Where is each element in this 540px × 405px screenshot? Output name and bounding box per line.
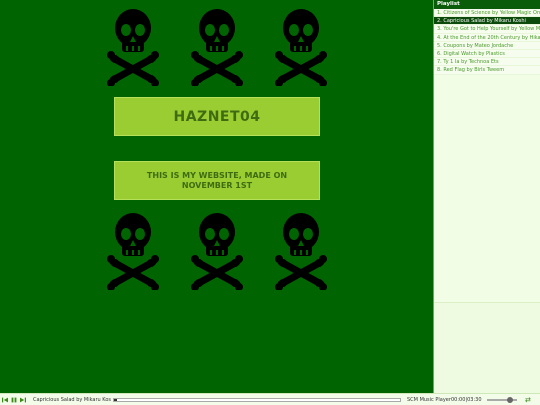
progress-bar[interactable] xyxy=(113,397,401,402)
skull-crossbones-icon xyxy=(275,210,327,290)
player-name: SCM Music Player xyxy=(407,396,451,403)
shuffle-icon[interactable]: ⇄ xyxy=(525,396,531,404)
page-subtitle-banner: THIS IS MY WEBSITE, MADE ON NOVEMBER 1ST xyxy=(114,161,320,200)
volume-knob[interactable] xyxy=(506,396,513,403)
page-subtitle: THIS IS MY WEBSITE, MADE ON NOVEMBER 1ST xyxy=(146,170,288,190)
main-content: HAZNET04 THIS IS MY WEBSITE, MADE ON NOV… xyxy=(0,0,433,393)
skull-crossbones-icon xyxy=(275,6,327,86)
skull-crossbones-icon xyxy=(107,6,159,86)
page-title-banner: HAZNET04 xyxy=(114,97,320,136)
skull-crossbones-icon xyxy=(107,210,159,290)
progress-fill xyxy=(114,398,117,401)
pause-icon[interactable] xyxy=(10,395,18,405)
playlist-panel: Playlist 1. Citizens of Science by Yello… xyxy=(433,0,540,393)
playlist-item[interactable]: 6. Digital Watch by Plastics xyxy=(434,49,540,59)
playlist-item[interactable]: 8. Red Flag by Birls Tweem xyxy=(434,66,540,75)
playlist-item[interactable]: 3. You're Got to Help Yourself by Yellow… xyxy=(434,25,540,34)
time-display: 00:00|03:30 xyxy=(451,396,482,403)
volume-slider[interactable] xyxy=(487,396,517,403)
music-player-bar: Capricious Salad by Mikaru Koshi SCM Mus… xyxy=(0,393,540,405)
skull-crossbones-icon xyxy=(191,210,243,290)
playlist-item[interactable]: 1. Citizens of Science by Yellow Magic O… xyxy=(434,9,540,18)
playlist-item[interactable]: 5. Coupons by Mateo Jordache xyxy=(434,41,540,50)
playlist-empty-area xyxy=(434,302,540,393)
now-playing-title: Capricious Salad by Mikaru Koshi xyxy=(33,396,111,403)
playlist-item[interactable]: 7. Ty 1 Ia by Technoa Ets xyxy=(434,58,540,67)
playlist-header: Playlist xyxy=(434,0,540,9)
playlist-item-active[interactable]: 2. Capricious Salad by Mikaru Koshi xyxy=(434,17,540,26)
playlist-item[interactable]: 4. At the End of the 20th Century by Hik… xyxy=(434,33,540,42)
previous-track-icon[interactable] xyxy=(1,395,9,405)
skull-crossbones-icon xyxy=(191,6,243,86)
next-track-icon[interactable] xyxy=(19,395,27,405)
page-title: HAZNET04 xyxy=(173,108,261,125)
